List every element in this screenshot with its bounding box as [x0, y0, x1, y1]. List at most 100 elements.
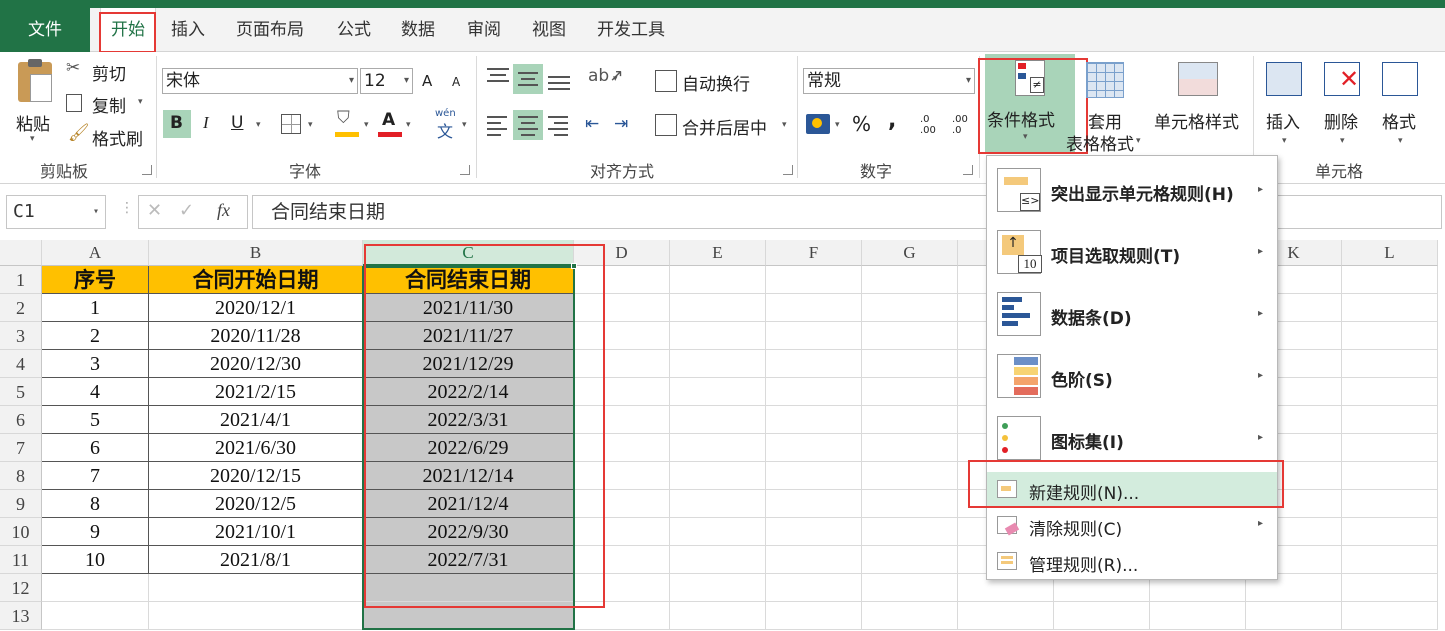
grid-cell[interactable]: [574, 462, 670, 490]
grid-cell[interactable]: [1150, 602, 1246, 630]
grid-cell[interactable]: 1: [42, 294, 149, 322]
grid-cell[interactable]: [574, 518, 670, 546]
tab-developer[interactable]: 开发工具: [597, 8, 665, 52]
grid-cell[interactable]: [670, 574, 766, 602]
column-header-e[interactable]: E: [670, 240, 766, 266]
grid-cell[interactable]: [1342, 490, 1438, 518]
menu-item-highlight-cells-rules[interactable]: ≤> 突出显示单元格规则(H) ▸: [987, 164, 1277, 218]
borders-dropdown[interactable]: ▾: [308, 120, 313, 130]
grid-cell[interactable]: 2021/12/29: [363, 350, 574, 378]
grid-cell[interactable]: 2020/12/1: [149, 294, 363, 322]
row-header[interactable]: 13: [0, 602, 42, 630]
row-header[interactable]: 5: [0, 378, 42, 406]
tab-page-layout[interactable]: 页面布局: [236, 8, 304, 52]
grid-cell[interactable]: [574, 406, 670, 434]
row-header[interactable]: 1: [0, 266, 42, 294]
grid-cell[interactable]: [42, 602, 149, 630]
comma-button[interactable]: ,: [888, 108, 896, 133]
menu-item-color-scales[interactable]: 色阶(S) ▸: [987, 350, 1277, 404]
grid-cell[interactable]: [862, 434, 958, 462]
grid-cell[interactable]: [149, 574, 363, 602]
underline-dropdown[interactable]: ▾: [256, 120, 261, 130]
grid-cell[interactable]: 2021/12/4: [363, 490, 574, 518]
clipboard-launcher-icon[interactable]: [142, 165, 152, 175]
grid-cell[interactable]: [1342, 546, 1438, 574]
grid-cell[interactable]: [1342, 266, 1438, 294]
grid-cell[interactable]: [766, 546, 862, 574]
row-header[interactable]: 8: [0, 462, 42, 490]
grid-cell[interactable]: [862, 406, 958, 434]
fill-color-dropdown[interactable]: ▾: [364, 120, 369, 130]
menu-item-manage-rules[interactable]: 管理规则(R)...: [987, 544, 1277, 578]
grid-cell[interactable]: 2021/12/14: [363, 462, 574, 490]
column-header-c[interactable]: C: [363, 240, 574, 266]
grid-cell[interactable]: [1246, 602, 1342, 630]
grid-cell[interactable]: 2020/12/30: [149, 350, 363, 378]
tab-insert[interactable]: 插入: [171, 8, 205, 52]
grid-cell[interactable]: [766, 406, 862, 434]
grid-cell[interactable]: [862, 266, 958, 294]
italic-button[interactable]: I: [203, 113, 209, 133]
grid-cell[interactable]: 4: [42, 378, 149, 406]
grid-cell[interactable]: 3: [42, 350, 149, 378]
menu-item-new-rule[interactable]: 新建规则(N)...: [987, 472, 1277, 506]
row-header[interactable]: 9: [0, 490, 42, 518]
grid-cell[interactable]: [670, 546, 766, 574]
grid-cell[interactable]: [149, 602, 363, 630]
grid-cell[interactable]: [670, 602, 766, 630]
grid-cell[interactable]: [670, 266, 766, 294]
grid-cell[interactable]: [862, 322, 958, 350]
grid-cell[interactable]: [574, 322, 670, 350]
grid-cell[interactable]: [766, 602, 862, 630]
tab-file[interactable]: 文件: [0, 8, 90, 52]
align-left-button[interactable]: [487, 114, 507, 136]
grid-cell[interactable]: [1342, 350, 1438, 378]
grid-cell[interactable]: [574, 574, 670, 602]
tab-formulas[interactable]: 公式: [337, 8, 371, 52]
grid-cell[interactable]: [862, 350, 958, 378]
column-header-f[interactable]: F: [766, 240, 862, 266]
grid-cell[interactable]: 2020/11/28: [149, 322, 363, 350]
grid-cell[interactable]: 6: [42, 434, 149, 462]
grid-cell[interactable]: [766, 378, 862, 406]
grid-cell[interactable]: [363, 574, 574, 602]
borders-button[interactable]: [281, 114, 301, 134]
cell-styles-button[interactable]: 单元格样式: [1152, 58, 1248, 156]
grid-cell[interactable]: [862, 546, 958, 574]
grid-cell[interactable]: [670, 434, 766, 462]
grid-cell[interactable]: 9: [42, 518, 149, 546]
cancel-icon[interactable]: ✕: [147, 200, 162, 221]
column-header-d[interactable]: D: [574, 240, 670, 266]
grid-cell[interactable]: 2022/9/30: [363, 518, 574, 546]
percent-button[interactable]: %: [852, 112, 871, 136]
grid-cell[interactable]: 10: [42, 546, 149, 574]
grid-cell[interactable]: 2021/11/30: [363, 294, 574, 322]
phonetic-dropdown[interactable]: ▾: [462, 120, 467, 130]
grid-cell[interactable]: [670, 518, 766, 546]
font-name-select[interactable]: 宋体 ▾: [162, 68, 358, 94]
grow-font-button[interactable]: A: [422, 72, 432, 90]
grid-cell[interactable]: [862, 518, 958, 546]
grid-cell[interactable]: [1342, 434, 1438, 462]
font-launcher-icon[interactable]: [460, 165, 470, 175]
grid-cell[interactable]: [958, 602, 1054, 630]
grid-cell[interactable]: [574, 490, 670, 518]
phonetic-button[interactable]: wén 文: [433, 108, 461, 141]
grid-cell[interactable]: [574, 266, 670, 294]
grid-cell[interactable]: [1342, 574, 1438, 602]
insert-cells-button[interactable]: 插入 ▾: [1260, 58, 1310, 156]
grid-cell[interactable]: 2021/4/1: [149, 406, 363, 434]
grid-cell[interactable]: [766, 266, 862, 294]
grid-cell[interactable]: [862, 602, 958, 630]
format-as-table-button[interactable]: 套用 表格格式 ▾: [1066, 58, 1146, 156]
grid-cell[interactable]: [1342, 378, 1438, 406]
increase-indent-icon[interactable]: ⇥: [614, 116, 628, 133]
grid-cell[interactable]: [363, 602, 574, 630]
grid-cell[interactable]: [574, 378, 670, 406]
header-cell[interactable]: 合同结束日期: [363, 266, 574, 294]
grid-cell[interactable]: 2021/11/27: [363, 322, 574, 350]
grid-cell[interactable]: [766, 490, 862, 518]
grid-cell[interactable]: [670, 462, 766, 490]
bold-button[interactable]: B: [163, 110, 191, 138]
name-box[interactable]: C1 ▾: [6, 195, 106, 229]
